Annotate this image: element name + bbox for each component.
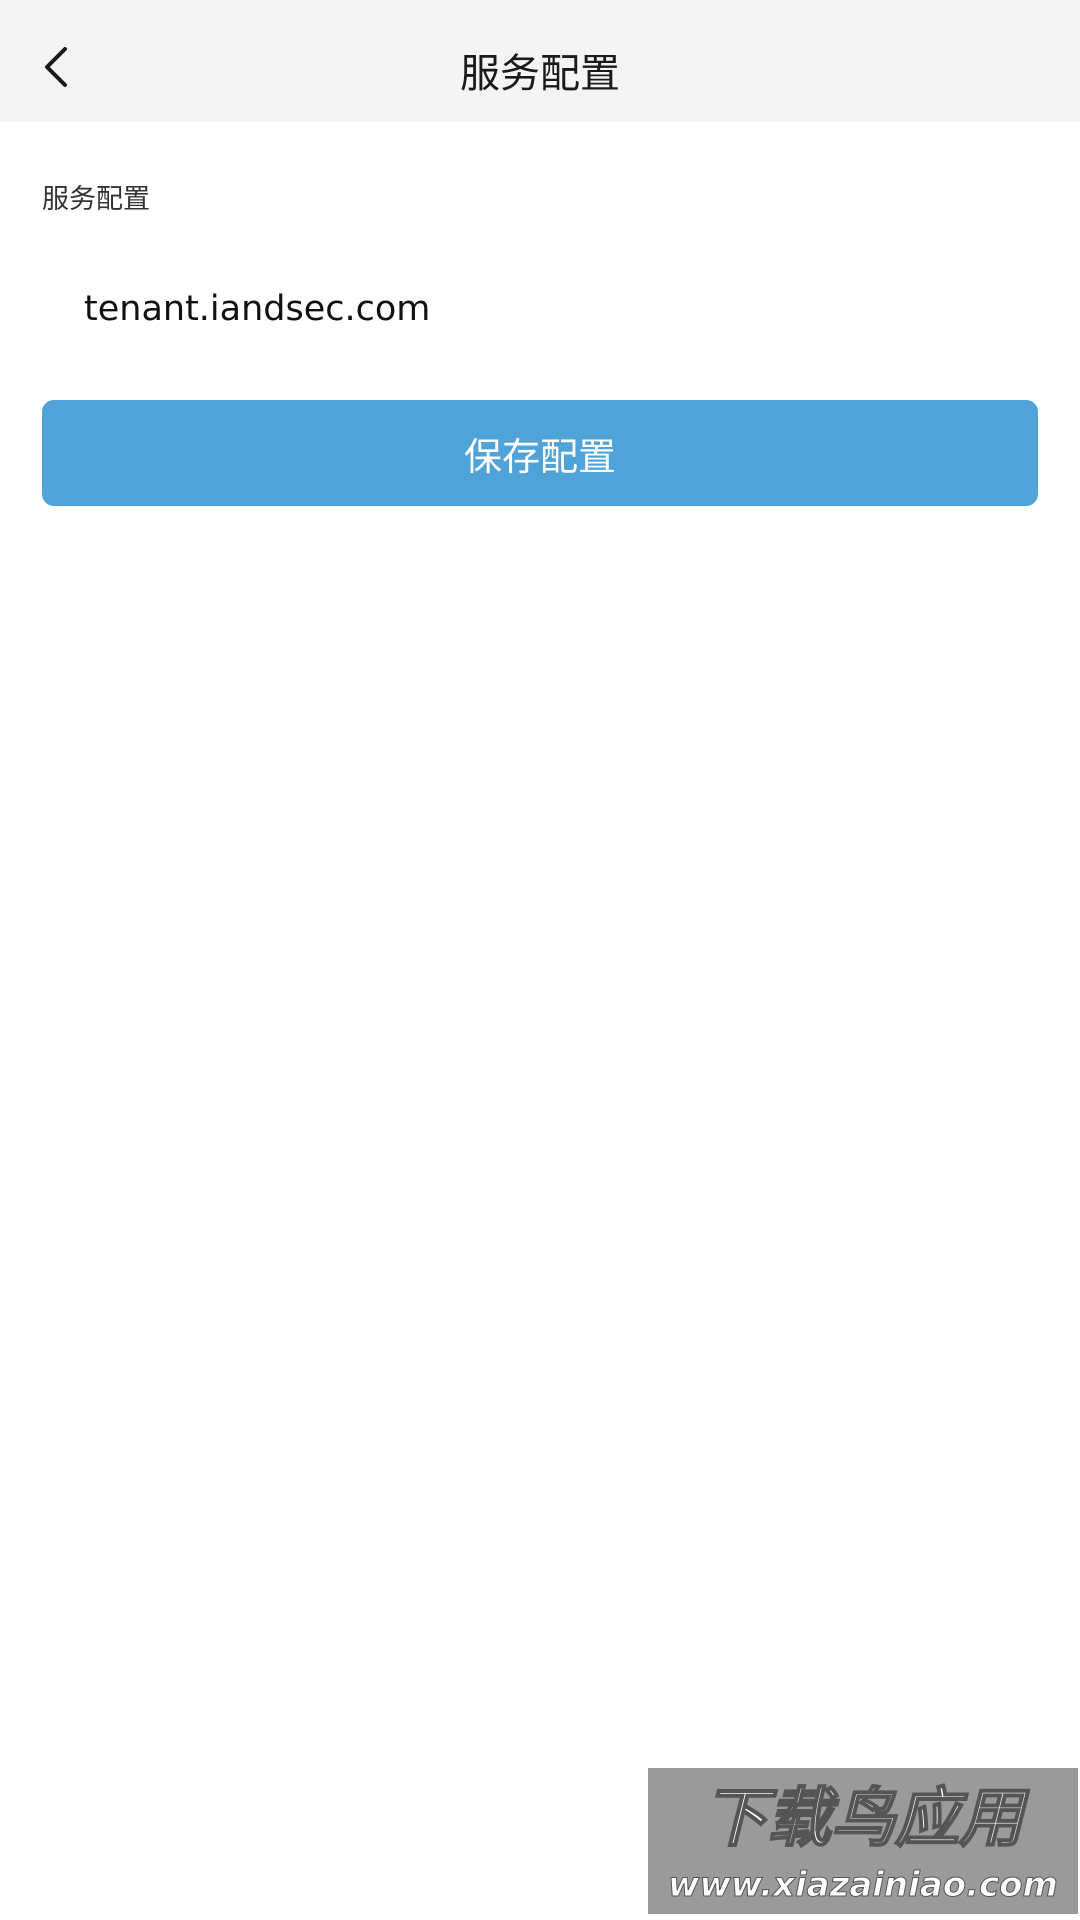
save-config-button[interactable]: 保存配置 — [42, 400, 1038, 506]
back-button[interactable] — [22, 34, 88, 100]
svg-text:下载鸟应用: 下载鸟应用 — [703, 1782, 1030, 1856]
service-config-screen: 服务配置 服务配置 保存配置 下载鸟应用 www.xiazainiao.com — [0, 0, 1080, 1920]
watermark-logo: 下载鸟应用 www.xiazainiao.com — [648, 1768, 1078, 1914]
page-title: 服务配置 — [460, 51, 620, 97]
chevron-left-icon — [45, 47, 67, 87]
svg-text:www.xiazainiao.com: www.xiazainiao.com — [668, 1865, 1058, 1905]
watermark-graphic: 下载鸟应用 www.xiazainiao.com — [668, 1781, 1059, 1906]
navigation-bar: 服务配置 — [0, 0, 1080, 122]
server-address-input[interactable] — [42, 274, 1032, 344]
section-label: 服务配置 — [42, 184, 150, 215]
